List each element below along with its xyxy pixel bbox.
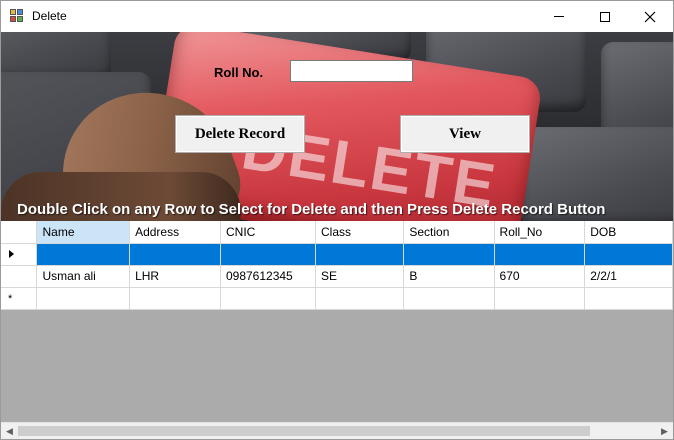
- column-header-name[interactable]: Name: [36, 221, 131, 244]
- app-icon: [10, 9, 25, 23]
- grid-cell[interactable]: [584, 243, 673, 266]
- new-row-icon: *: [8, 293, 13, 305]
- minimize-icon: [554, 16, 564, 17]
- column-header-roll-no[interactable]: Roll_No: [494, 221, 586, 244]
- column-header-section[interactable]: Section: [403, 221, 495, 244]
- instruction-text: Double Click on any Row to Select for De…: [17, 201, 606, 218]
- roll-no-label: Roll No.: [214, 65, 264, 80]
- grid-corner[interactable]: [1, 221, 38, 244]
- delete-window: Delete DELETE Roll No. Delete Record Vie…: [0, 0, 674, 440]
- row-header[interactable]: *: [1, 287, 38, 310]
- grid-cell[interactable]: 0987612345: [220, 265, 317, 288]
- close-button[interactable]: [627, 1, 673, 32]
- grid-cell[interactable]: B: [403, 265, 495, 288]
- keyboard-background-image: DELETE Roll No. Delete Record View Doubl…: [1, 32, 673, 221]
- view-button[interactable]: View: [400, 115, 530, 153]
- delete-record-button[interactable]: Delete Record: [175, 115, 305, 153]
- window-title: Delete: [32, 9, 67, 23]
- grid-cell[interactable]: [584, 287, 673, 310]
- scrollbar-thumb[interactable]: [18, 426, 590, 436]
- grid-cell[interactable]: [403, 243, 495, 266]
- grid-cell[interactable]: [315, 287, 405, 310]
- horizontal-scrollbar[interactable]: ◀ ▶: [1, 422, 673, 439]
- row-header[interactable]: [1, 243, 38, 266]
- grid-cell[interactable]: [403, 287, 495, 310]
- grid-cell[interactable]: SE: [315, 265, 405, 288]
- grid-cell[interactable]: [36, 243, 131, 266]
- minimize-button[interactable]: [536, 1, 582, 32]
- grid-cell[interactable]: [494, 287, 586, 310]
- column-header-class[interactable]: Class: [315, 221, 405, 244]
- grid-header-row: Name Address CNIC Class Section Roll_No …: [1, 221, 673, 244]
- column-header-dob[interactable]: DOB: [584, 221, 673, 244]
- table-row[interactable]: [1, 243, 673, 266]
- close-icon: [644, 11, 656, 22]
- new-row[interactable]: *: [1, 287, 673, 310]
- grid-cell[interactable]: 670: [494, 265, 586, 288]
- grid-cell[interactable]: LHR: [129, 265, 221, 288]
- chevron-left-icon: ◀: [6, 426, 13, 436]
- grid-cell[interactable]: [220, 287, 317, 310]
- grid-cell[interactable]: [315, 243, 405, 266]
- grid-cell[interactable]: [129, 243, 221, 266]
- table-row[interactable]: Usman ali LHR 0987612345 SE B 670 2/2/1: [1, 265, 673, 288]
- records-grid[interactable]: Name Address CNIC Class Section Roll_No …: [1, 221, 673, 422]
- grid-cell[interactable]: [129, 287, 221, 310]
- chevron-right-icon: ▶: [661, 426, 668, 436]
- roll-no-input[interactable]: [290, 60, 413, 82]
- grid-cell[interactable]: 2/2/1: [584, 265, 673, 288]
- maximize-icon: [600, 11, 610, 22]
- grid-cell[interactable]: [36, 287, 131, 310]
- row-header[interactable]: [1, 265, 38, 288]
- column-header-address[interactable]: Address: [129, 221, 221, 244]
- grid-cell[interactable]: [220, 243, 317, 266]
- current-row-arrow-icon: [9, 250, 14, 258]
- column-header-cnic[interactable]: CNIC: [220, 221, 317, 244]
- grid-cell[interactable]: Usman ali: [36, 265, 131, 288]
- maximize-button[interactable]: [582, 1, 628, 32]
- scroll-right-button[interactable]: ▶: [656, 423, 673, 439]
- scroll-left-button[interactable]: ◀: [1, 423, 18, 439]
- grid-cell[interactable]: [494, 243, 586, 266]
- title-bar[interactable]: Delete: [1, 1, 673, 32]
